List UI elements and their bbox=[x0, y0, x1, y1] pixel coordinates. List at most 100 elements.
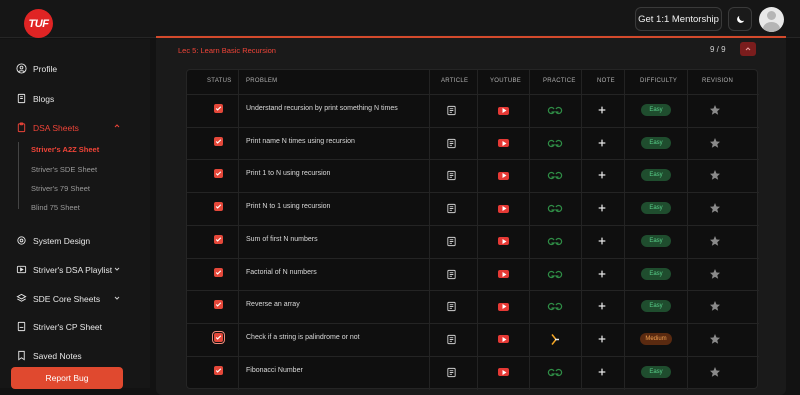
article-icon[interactable] bbox=[446, 301, 457, 312]
add-note-icon[interactable] bbox=[597, 170, 607, 180]
problem-title[interactable]: Understand recursion by print something … bbox=[246, 105, 398, 112]
gfg-practice-icon[interactable] bbox=[547, 105, 563, 116]
add-note-icon[interactable] bbox=[597, 236, 607, 246]
problem-title[interactable]: Print 1 to N using recursion bbox=[246, 170, 330, 177]
article-icon[interactable] bbox=[446, 367, 457, 378]
star-icon[interactable] bbox=[709, 366, 721, 378]
problem-title[interactable]: Sum of first N numbers bbox=[246, 236, 318, 243]
sidebar-item-label: DSA Sheets bbox=[33, 122, 79, 133]
gfg-practice-icon[interactable] bbox=[547, 236, 563, 247]
gfg-practice-icon[interactable] bbox=[547, 203, 563, 214]
sidebar-item-label: Saved Notes bbox=[33, 350, 82, 361]
status-checkbox[interactable] bbox=[214, 169, 223, 179]
sidebar-subitem-a2z[interactable]: Striver's A2Z Sheet bbox=[31, 145, 99, 154]
status-checkbox[interactable] bbox=[214, 202, 223, 212]
sidebar-item-label: System Design bbox=[33, 235, 91, 246]
tuf-logo[interactable]: TUF bbox=[24, 9, 53, 38]
article-icon[interactable] bbox=[446, 334, 457, 345]
problem-title[interactable]: Check if a string is palindrome or not bbox=[246, 334, 360, 341]
status-checkbox[interactable] bbox=[214, 300, 223, 310]
header-difficulty: DIFFICULTY bbox=[640, 78, 678, 84]
submenu-line bbox=[18, 142, 19, 209]
lecture-title[interactable]: Lec 5: Learn Basic Recursion bbox=[178, 46, 276, 55]
youtube-icon[interactable] bbox=[498, 334, 509, 345]
chevron-up-icon[interactable] bbox=[113, 122, 121, 132]
file-icon bbox=[17, 321, 26, 332]
problem-title[interactable]: Reverse an array bbox=[246, 301, 300, 308]
sidebar-subitem-blind75[interactable]: Blind 75 Sheet bbox=[31, 203, 80, 212]
sidebar-item-blogs[interactable]: Blogs bbox=[16, 93, 54, 104]
sidebar-item-saved-notes[interactable]: Saved Notes bbox=[16, 350, 82, 361]
gfg-practice-icon[interactable] bbox=[547, 367, 563, 378]
report-bug-button[interactable]: Report Bug bbox=[11, 367, 123, 389]
chevron-down-icon[interactable] bbox=[113, 265, 121, 275]
star-icon[interactable] bbox=[709, 169, 721, 181]
status-checkbox[interactable] bbox=[212, 330, 225, 344]
layers-icon bbox=[16, 293, 27, 302]
header-practice: PRACTICE bbox=[543, 78, 576, 84]
status-checkbox[interactable] bbox=[214, 234, 223, 244]
codestudio-practice-icon[interactable] bbox=[550, 333, 560, 346]
problem-title[interactable]: Factorial of N numbers bbox=[246, 269, 317, 276]
article-icon[interactable] bbox=[446, 269, 457, 280]
sidebar-item-cp-sheet[interactable]: Striver's CP Sheet bbox=[16, 321, 102, 332]
difficulty-badge: Easy bbox=[641, 267, 671, 280]
theme-toggle-button[interactable] bbox=[728, 7, 752, 31]
youtube-icon[interactable] bbox=[498, 170, 509, 181]
user-avatar-icon[interactable] bbox=[759, 7, 784, 32]
sidebar-subitem-79[interactable]: Striver's 79 Sheet bbox=[31, 184, 90, 193]
collapse-button[interactable] bbox=[740, 42, 756, 56]
article-icon[interactable] bbox=[446, 236, 457, 247]
article-icon[interactable] bbox=[446, 170, 457, 181]
youtube-icon[interactable] bbox=[498, 203, 509, 214]
status-checkbox[interactable] bbox=[214, 267, 223, 277]
gear-icon bbox=[17, 236, 26, 245]
star-icon[interactable] bbox=[709, 104, 721, 116]
youtube-icon[interactable] bbox=[498, 269, 509, 280]
gfg-practice-icon[interactable] bbox=[547, 138, 563, 149]
youtube-icon[interactable] bbox=[498, 236, 509, 247]
article-icon[interactable] bbox=[446, 138, 457, 149]
progress-count: 9 / 9 bbox=[710, 45, 726, 54]
add-note-icon[interactable] bbox=[597, 203, 607, 213]
star-icon[interactable] bbox=[709, 333, 721, 345]
problem-title[interactable]: Fibonacci Number bbox=[246, 367, 303, 374]
star-icon[interactable] bbox=[709, 235, 721, 247]
youtube-icon[interactable] bbox=[498, 138, 509, 149]
chevron-down-icon[interactable] bbox=[113, 294, 121, 304]
add-note-icon[interactable] bbox=[597, 367, 607, 377]
mentorship-button[interactable]: Get 1:1 Mentorship bbox=[635, 7, 722, 31]
sidebar-item-profile[interactable]: Profile bbox=[16, 63, 57, 74]
sidebar-item-dsa-playlist[interactable]: Striver's DSA Playlist bbox=[16, 264, 112, 275]
sidebar-item-system-design[interactable]: System Design bbox=[16, 235, 90, 246]
add-note-icon[interactable] bbox=[597, 334, 607, 344]
article-icon[interactable] bbox=[446, 203, 457, 214]
gfg-practice-icon[interactable] bbox=[547, 301, 563, 312]
star-icon[interactable] bbox=[709, 268, 721, 280]
add-note-icon[interactable] bbox=[597, 269, 607, 279]
status-checkbox[interactable] bbox=[214, 365, 223, 375]
table-row: Reverse an array Easy bbox=[187, 290, 759, 323]
problems-table: STATUS PROBLEM ARTICLE YOUTUBE PRACTICE … bbox=[186, 69, 759, 390]
gfg-practice-icon[interactable] bbox=[547, 170, 563, 181]
youtube-icon[interactable] bbox=[498, 367, 509, 378]
add-note-icon[interactable] bbox=[597, 105, 607, 115]
gfg-practice-icon[interactable] bbox=[547, 269, 563, 280]
status-checkbox[interactable] bbox=[214, 104, 223, 113]
youtube-icon[interactable] bbox=[498, 301, 509, 312]
youtube-icon[interactable] bbox=[498, 105, 509, 116]
star-icon[interactable] bbox=[709, 137, 721, 149]
sidebar-item-sde-core[interactable]: SDE Core Sheets bbox=[16, 293, 100, 304]
status-checkbox[interactable] bbox=[214, 136, 223, 146]
table-row: Fibonacci Number Easy bbox=[187, 355, 759, 389]
problem-title[interactable]: Print N to 1 using recursion bbox=[246, 203, 330, 210]
sidebar-subitem-sde[interactable]: Striver's SDE Sheet bbox=[31, 165, 97, 174]
star-icon[interactable] bbox=[709, 202, 721, 214]
table-row: Print name N times using recursion Easy bbox=[187, 126, 759, 160]
article-icon[interactable] bbox=[446, 105, 457, 116]
star-icon[interactable] bbox=[709, 300, 721, 312]
problem-title[interactable]: Print name N times using recursion bbox=[246, 138, 355, 145]
add-note-icon[interactable] bbox=[597, 301, 607, 311]
add-note-icon[interactable] bbox=[597, 138, 607, 148]
sidebar-item-dsa-sheets[interactable]: DSA Sheets bbox=[16, 122, 79, 133]
